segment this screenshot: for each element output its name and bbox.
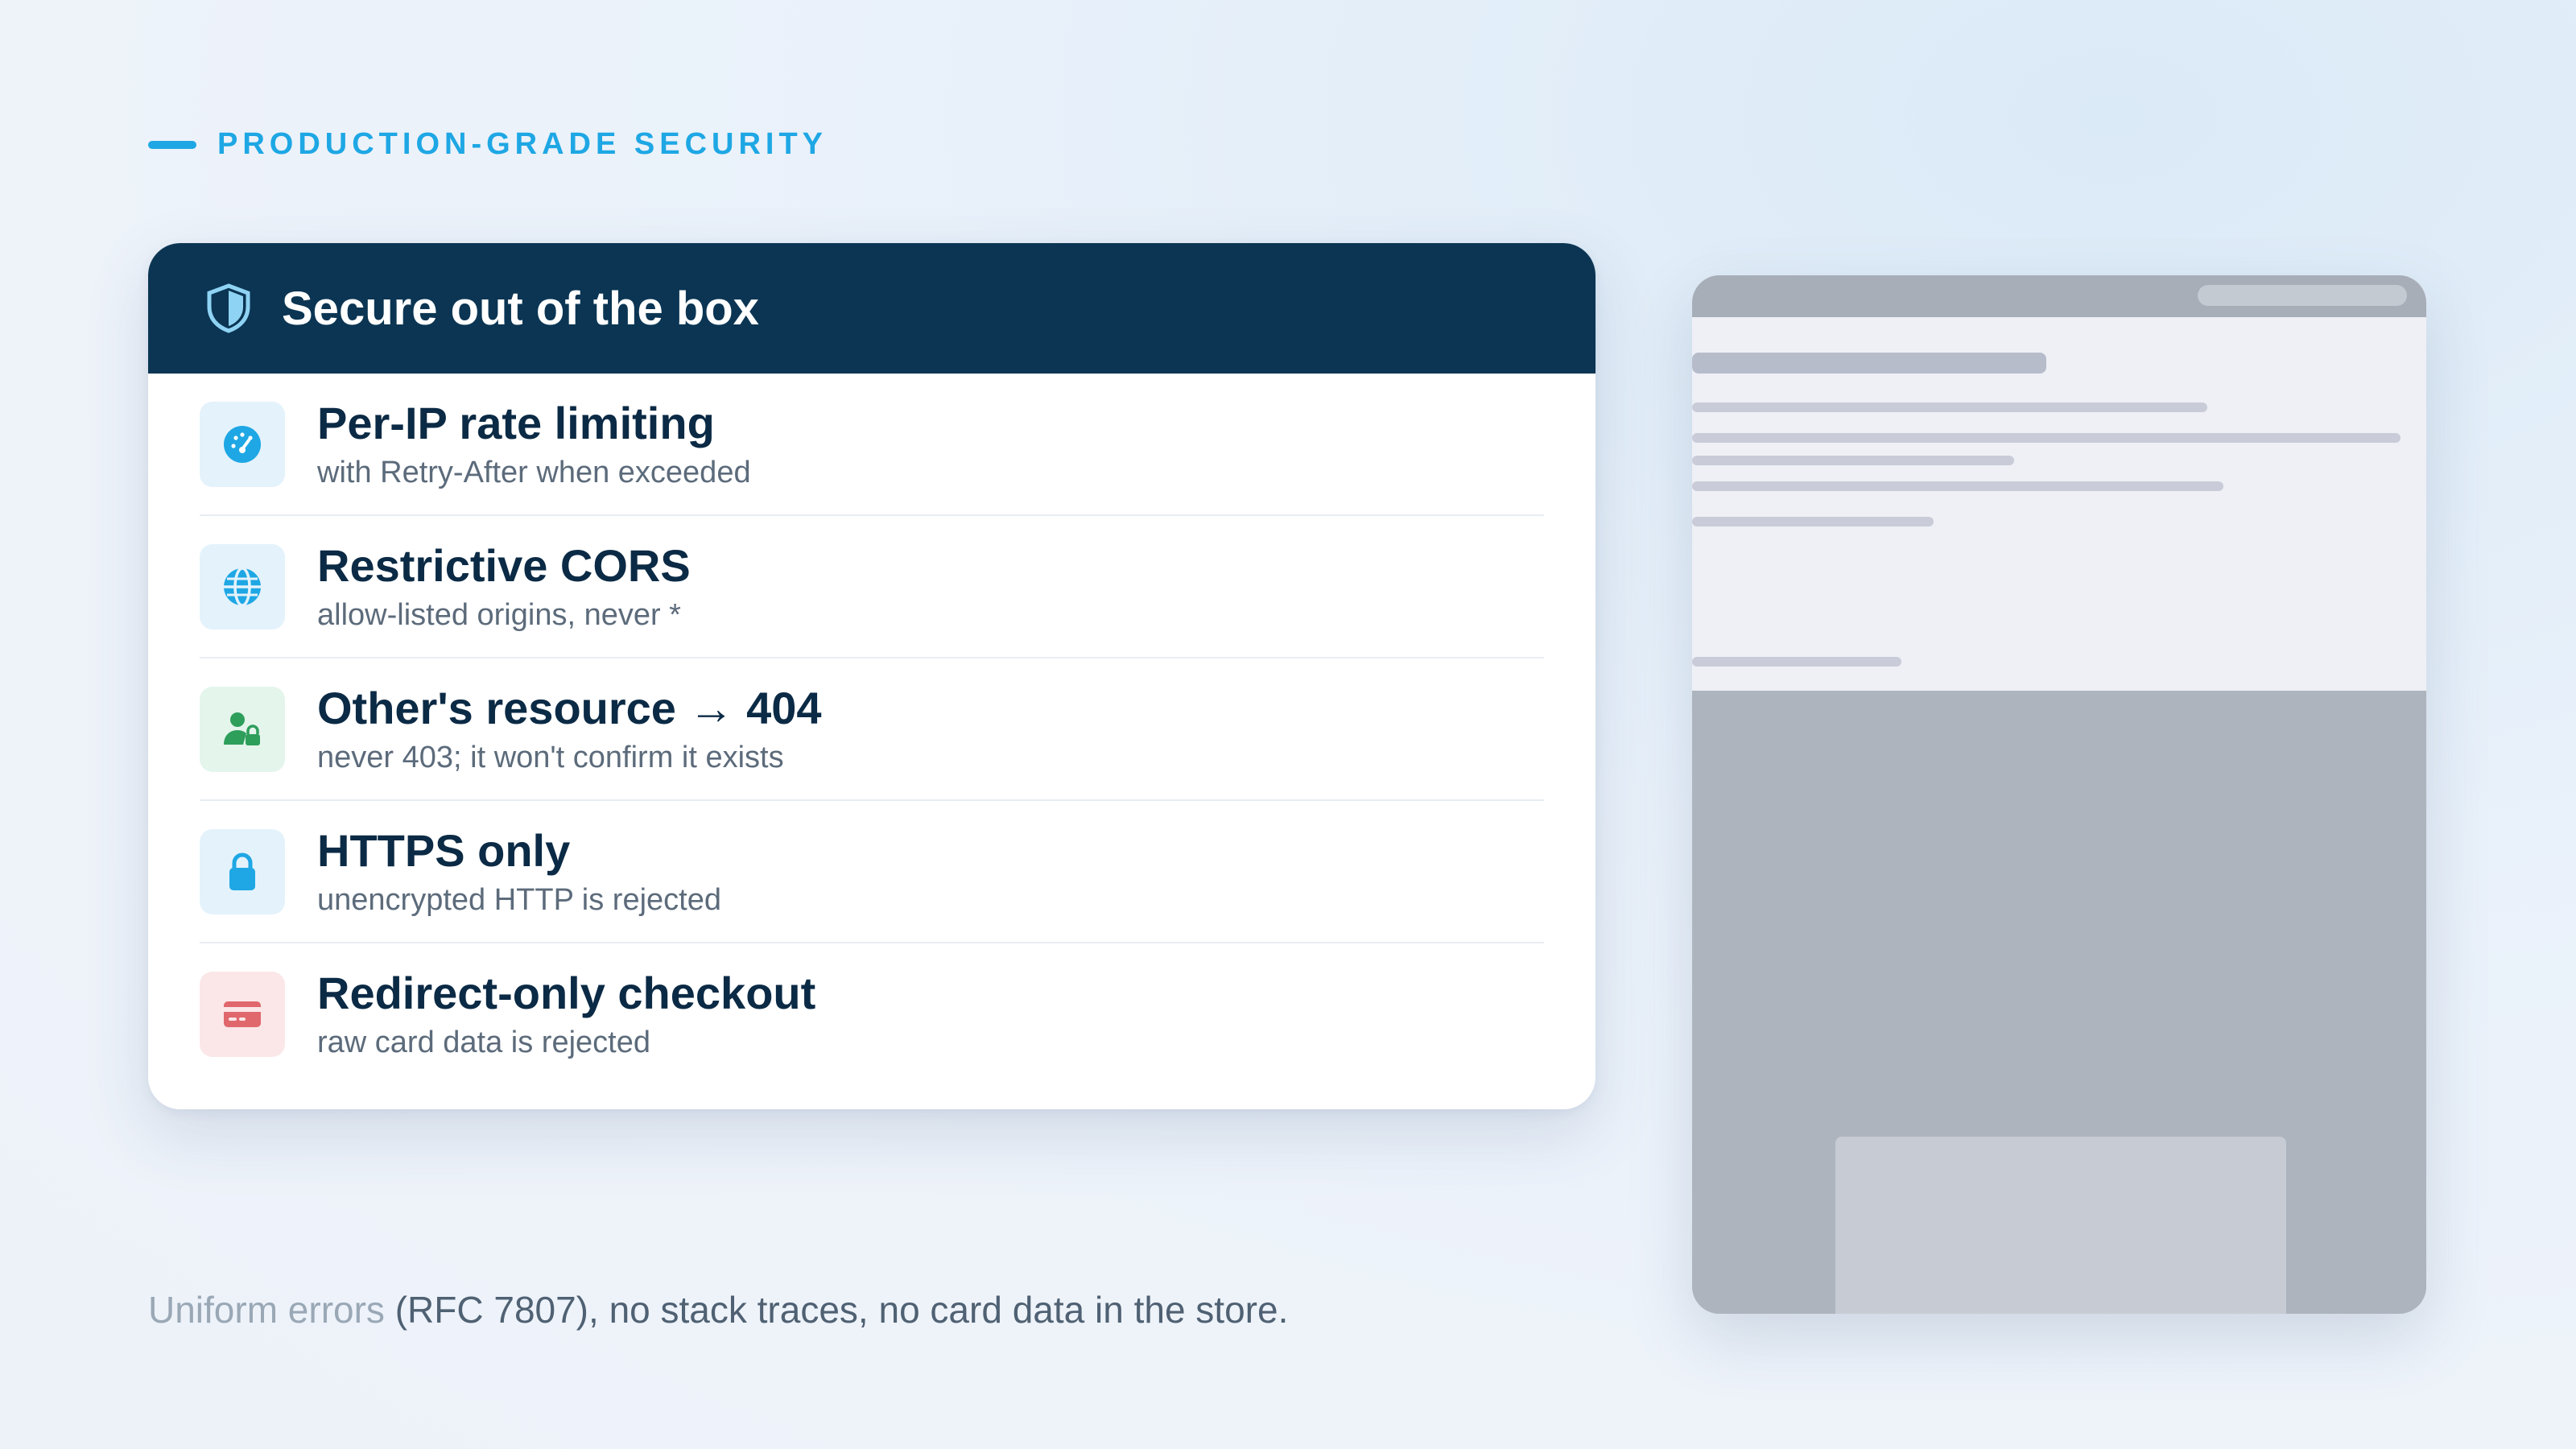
shield-icon <box>207 283 250 333</box>
item-title: Restrictive CORS <box>317 539 691 591</box>
icon-box <box>200 401 285 487</box>
eyebrow-label: PRODUCTION-GRADE SECURITY <box>217 127 828 161</box>
preview-line <box>1692 481 2223 491</box>
preview-toolbar <box>1692 275 2426 317</box>
preview-line <box>1692 657 1901 667</box>
card-title: Secure out of the box <box>282 282 759 335</box>
item-subtitle: raw card data is rejected <box>317 1025 650 1059</box>
footnote-main: (RFC 7807), no stack traces, no card dat… <box>384 1289 1289 1331</box>
item-title: Redirect-only checkout <box>317 967 816 1018</box>
security-item-cors: Restrictive CORS allow-listed origins, n… <box>200 516 1544 658</box>
security-item-https: HTTPS only unencrypted HTTP is rejected <box>200 801 1544 943</box>
footnote-muted: Uniform errors <box>148 1289 385 1331</box>
icon-box <box>200 543 285 630</box>
preview-line <box>1692 433 2401 443</box>
lock-icon <box>229 852 255 890</box>
item-title: Other's resource → 404 <box>317 682 822 733</box>
user-lock-icon <box>224 712 260 745</box>
section-eyebrow: PRODUCTION-GRADE SECURITY <box>148 127 828 162</box>
item-title: HTTPS only <box>317 824 571 876</box>
blurred-app-preview <box>1692 275 2426 1314</box>
item-subtitle: allow-listed origins, never * <box>317 597 681 632</box>
item-title: Per-IP rate limiting <box>317 397 715 448</box>
security-item-checkout: Redirect-only checkout raw card data is … <box>200 943 1544 1084</box>
item-subtitle: never 403; it won't confirm it exists <box>317 740 784 774</box>
item-subtitle: with Retry-After when exceeded <box>317 455 751 489</box>
footnote: Uniform errors (RFC 7807), no stack trac… <box>148 1288 1288 1331</box>
card-header: Secure out of the box <box>148 243 1596 374</box>
security-item-ownership: Other's resource → 404 never 403; it won… <box>200 658 1544 801</box>
icon-box <box>200 686 285 772</box>
item-subtitle: unencrypted HTTP is rejected <box>317 882 721 917</box>
gauge-icon <box>224 425 261 463</box>
preview-line <box>1692 456 2014 465</box>
globe-icon <box>224 566 261 607</box>
icon-box <box>200 828 285 914</box>
preview-search-pill <box>2198 285 2407 306</box>
preview-line <box>1692 402 2207 412</box>
security-item-rate-limiting: Per-IP rate limiting with Retry-After wh… <box>200 374 1544 516</box>
icon-box <box>200 971 285 1057</box>
credit-card-icon <box>224 1001 261 1027</box>
security-card: Secure out of the box Per-IP rate limiti… <box>148 243 1596 1109</box>
preview-modal <box>1835 1137 2286 1314</box>
preview-heading <box>1692 353 2046 374</box>
preview-line <box>1692 517 1934 526</box>
eyebrow-accent-bar <box>148 140 196 149</box>
